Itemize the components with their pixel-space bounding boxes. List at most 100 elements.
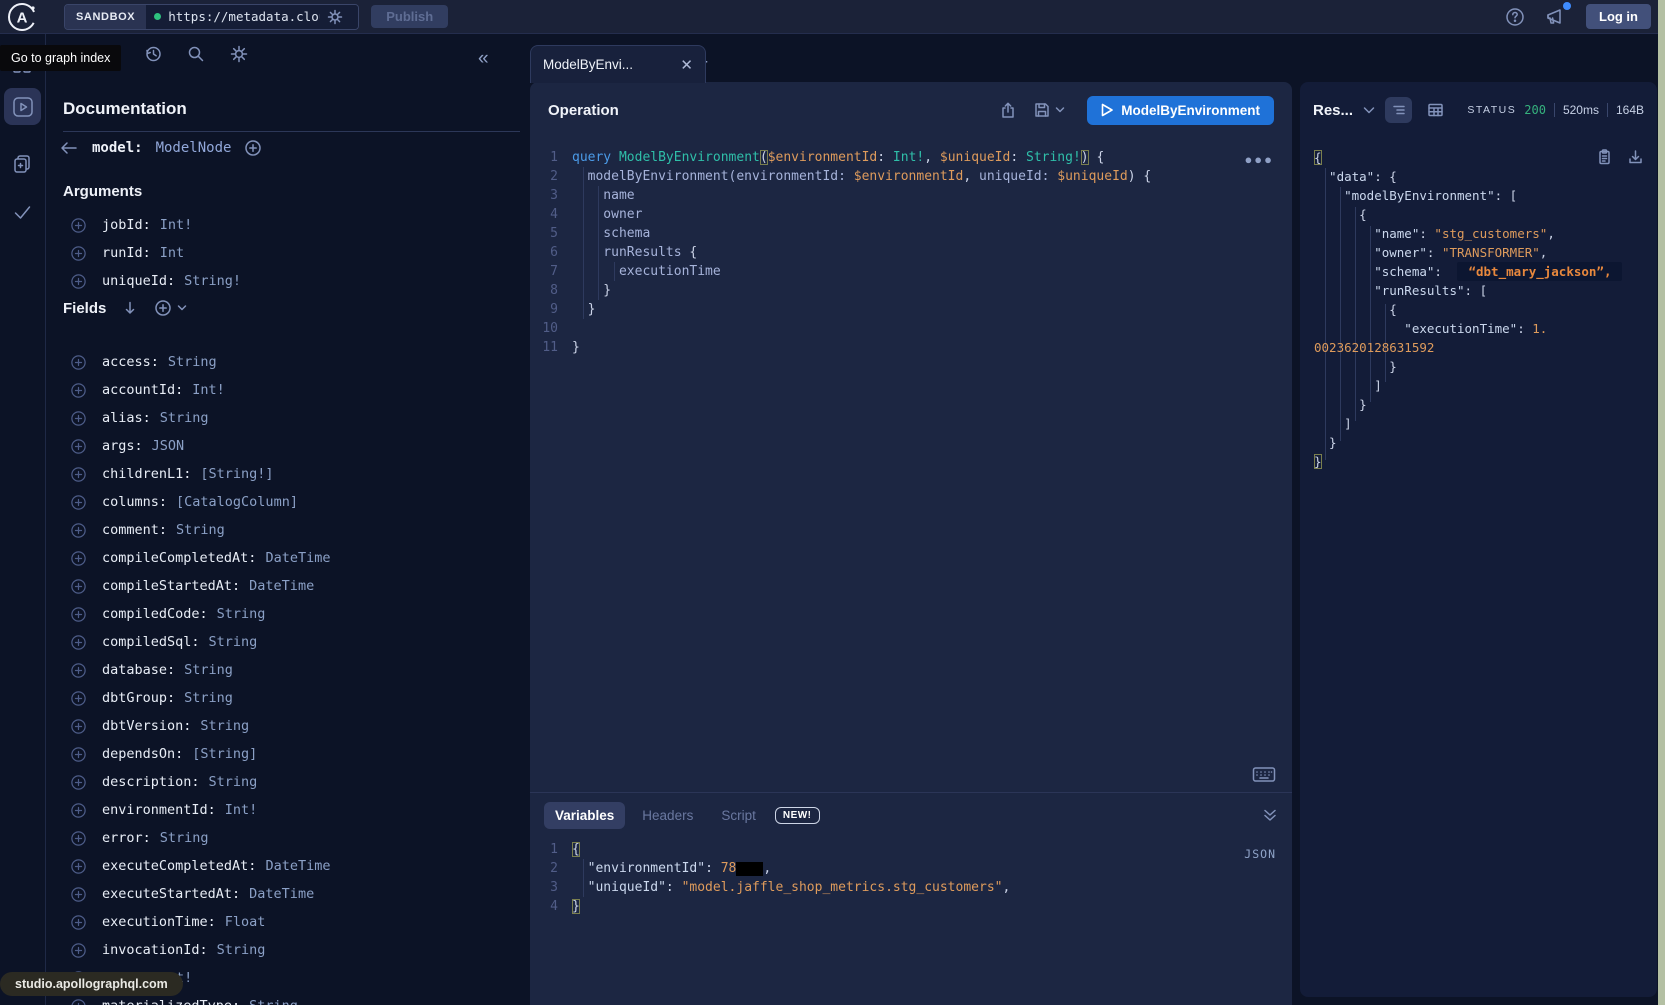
add-field-icon[interactable] (70, 494, 87, 511)
field-row[interactable]: environmentId:Int! (45, 796, 530, 824)
code-line: 4 owner (530, 205, 1292, 224)
add-field-icon[interactable] (70, 382, 87, 399)
code-line: "name": "stg_customers", (1300, 224, 1657, 243)
field-row[interactable]: access:String (45, 348, 530, 376)
operation-editor[interactable]: 1query ModelByEnvironment($environmentId… (530, 138, 1292, 793)
add-field-icon[interactable] (70, 634, 87, 651)
field-row[interactable]: args:JSON (45, 432, 530, 460)
code-line: 1{ (530, 840, 1292, 859)
endpoint-url-input[interactable]: https://metadata.cloud.get (168, 9, 320, 24)
operation-menu-icon[interactable]: ●●● (1244, 152, 1274, 167)
add-field-icon[interactable] (70, 998, 87, 1005)
help-icon[interactable] (1504, 6, 1526, 28)
field-row[interactable]: compiledSql:String (45, 628, 530, 656)
checks-icon[interactable] (11, 201, 34, 224)
add-field-icon[interactable] (70, 886, 87, 903)
add-field-icon[interactable] (70, 858, 87, 875)
field-row[interactable]: dbtGroup:String (45, 684, 530, 712)
field-name: model: (92, 140, 143, 156)
variables-editor[interactable]: 1{2 "environmentId": 78,3 "uniqueId": "m… (530, 837, 1292, 1005)
code-line: 4} (530, 897, 1292, 916)
add-field-icon[interactable] (70, 410, 87, 427)
add-field-icon[interactable] (70, 774, 87, 791)
add-field-icon[interactable] (70, 830, 87, 847)
tab-headers[interactable]: Headers (631, 802, 704, 829)
field-row[interactable]: executionTime:Float (45, 908, 530, 936)
add-field-icon[interactable] (70, 690, 87, 707)
code-line: 8 } (530, 281, 1292, 300)
argument-row[interactable]: jobId:Int! (45, 211, 530, 239)
run-operation-button[interactable]: ModelByEnvironment (1087, 96, 1274, 125)
field-row[interactable]: comment:String (45, 516, 530, 544)
field-row[interactable]: error:String (45, 824, 530, 852)
announcements-megaphone-icon[interactable] (1544, 6, 1568, 28)
add-field-icon[interactable] (70, 354, 87, 371)
add-all-fields-button[interactable] (154, 299, 187, 317)
add-field-icon[interactable] (70, 662, 87, 679)
search-icon[interactable] (186, 44, 206, 64)
back-arrow-icon[interactable] (59, 140, 79, 156)
collections-icon[interactable] (11, 153, 34, 176)
sort-fields-icon[interactable] (122, 300, 138, 316)
keyboard-shortcuts-icon[interactable] (1252, 766, 1276, 783)
login-button[interactable]: Log in (1586, 4, 1651, 29)
table-view-button[interactable] (1422, 97, 1449, 123)
add-field-icon[interactable] (70, 438, 87, 455)
add-field-icon[interactable] (70, 914, 87, 931)
code-line: "modelByEnvironment": [ (1300, 186, 1657, 205)
add-field-icon[interactable] (70, 942, 87, 959)
field-row[interactable]: invocationId:String (45, 936, 530, 964)
tree-view-button[interactable] (1385, 97, 1412, 123)
response-menu-chevron-icon[interactable] (1363, 106, 1375, 115)
field-row[interactable]: description:String (45, 768, 530, 796)
field-row[interactable]: database:String (45, 656, 530, 684)
add-field-icon[interactable] (70, 245, 87, 262)
field-row[interactable]: dependsOn:[String] (45, 740, 530, 768)
tab-script[interactable]: Script (710, 802, 767, 829)
tooltip-go-to-graph-index: Go to graph index (0, 45, 121, 71)
tab-variables[interactable]: Variables (544, 802, 625, 829)
add-field-icon[interactable] (70, 273, 87, 290)
field-row[interactable]: dbtVersion:String (45, 712, 530, 740)
add-field-icon[interactable] (70, 746, 87, 763)
collapse-variables-icon[interactable] (1262, 807, 1278, 823)
field-row[interactable]: compiledCode:String (45, 600, 530, 628)
new-badge: NEW! (775, 807, 820, 824)
add-field-icon[interactable] (70, 718, 87, 735)
field-row[interactable]: columns:[CatalogColumn] (45, 488, 530, 516)
add-field-icon[interactable] (70, 606, 87, 623)
save-menu-chevron-icon (1055, 106, 1065, 114)
argument-row[interactable]: uniqueId:String! (45, 267, 530, 295)
settings-gear-icon[interactable] (229, 44, 249, 64)
add-field-icon[interactable] (70, 522, 87, 539)
collapse-sidebar-icon[interactable]: « (478, 48, 489, 70)
field-row[interactable]: accountId:Int! (45, 376, 530, 404)
history-icon[interactable] (143, 44, 163, 64)
connection-settings-gear-icon[interactable] (327, 9, 343, 25)
add-field-icon[interactable] (70, 466, 87, 483)
add-field-icon[interactable] (70, 802, 87, 819)
field-row[interactable]: executeCompletedAt:DateTime (45, 852, 530, 880)
add-to-query-icon[interactable] (244, 139, 262, 157)
publish-button[interactable]: Publish (371, 5, 448, 28)
operation-tab[interactable]: ModelByEnvi... ✕ (530, 45, 706, 83)
download-response-icon[interactable] (1627, 148, 1644, 166)
explorer-nav-active[interactable] (4, 88, 41, 125)
field-row[interactable]: childrenL1:[String!] (45, 460, 530, 488)
field-row[interactable]: alias:String (45, 404, 530, 432)
add-field-icon[interactable] (70, 550, 87, 567)
type-link[interactable]: ModelNode (156, 140, 232, 156)
save-button[interactable] (1033, 101, 1065, 119)
field-row[interactable]: compileStartedAt:DateTime (45, 572, 530, 600)
share-icon[interactable] (999, 101, 1017, 120)
field-row[interactable]: executeStartedAt:DateTime (45, 880, 530, 908)
add-field-icon[interactable] (70, 217, 87, 234)
copy-response-icon[interactable] (1596, 148, 1613, 166)
add-field-icon[interactable] (70, 578, 87, 595)
argument-row[interactable]: runId:Int (45, 239, 530, 267)
field-row[interactable]: compileCompletedAt:DateTime (45, 544, 530, 572)
close-tab-icon[interactable]: ✕ (680, 56, 693, 74)
apollo-logo[interactable]: A (7, 2, 37, 32)
endpoint-url-box[interactable]: https://metadata.cloud.get (146, 5, 358, 29)
response-header: Res... STATUS 200 520ms 164B (1300, 82, 1657, 138)
